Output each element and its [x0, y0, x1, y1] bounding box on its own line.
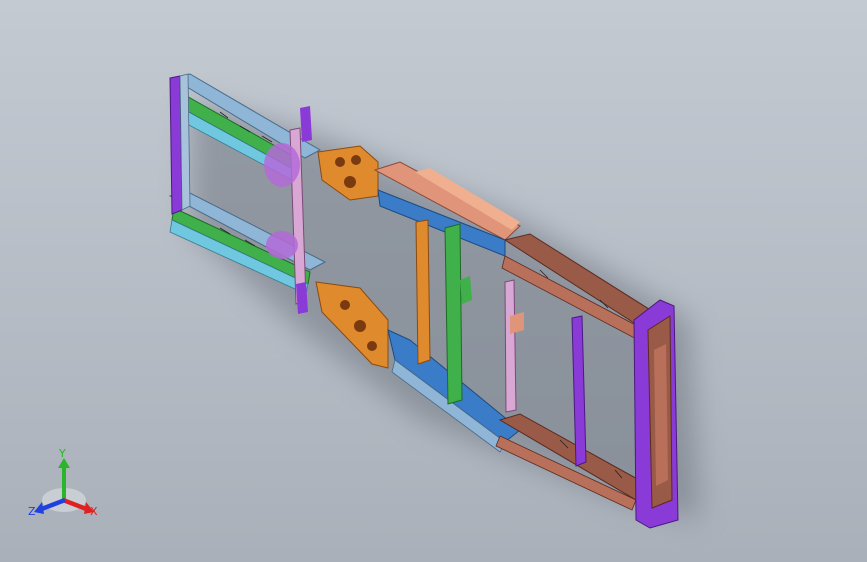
front-end-member[interactable] [169, 73, 191, 215]
y-axis-label: Y [59, 447, 66, 460]
coordinate-triad: Y X Z [24, 448, 104, 524]
rear-end-panel[interactable] [633, 299, 679, 529]
x-axis-label: X [90, 505, 98, 518]
z-axis-label: Z [28, 505, 36, 518]
graphics-viewport[interactable]: Y X Z [0, 0, 867, 562]
chassis-frame-model[interactable] [0, 0, 867, 562]
